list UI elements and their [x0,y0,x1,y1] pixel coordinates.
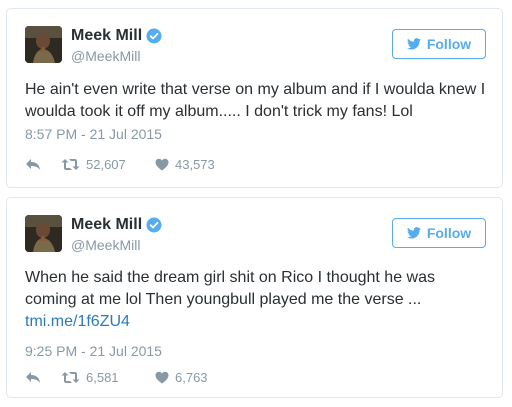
tweet-card: Meek Mill @MeekMill Follow When he said … [6,197,503,398]
author-name-text: Meek Mill [71,27,143,44]
author-name-text: Meek Mill [71,216,143,233]
avatar[interactable] [25,215,62,252]
heart-icon [155,158,169,171]
tweet-body: When he said the dream girl shit on Rico… [25,269,435,308]
twitter-bird-icon [406,227,421,239]
retweet-icon [61,159,80,170]
retweet-count: 52,607 [86,157,126,172]
author-handle[interactable]: @MeekMill [71,237,140,253]
author-handle[interactable]: @MeekMill [71,48,140,64]
verified-badge-icon [146,217,162,233]
avatar[interactable] [25,26,62,63]
follow-label: Follow [426,36,472,52]
reply-icon [26,159,40,170]
follow-button[interactable]: Follow [392,218,486,248]
author-name[interactable]: Meek Mill [71,27,162,45]
retweet-icon [61,372,80,383]
author-name[interactable]: Meek Mill [71,216,162,234]
reply-button[interactable] [25,158,61,171]
like-count: 6,763 [175,370,208,385]
tweet-timestamp[interactable]: 9:25 PM - 21 Jul 2015 [25,343,162,359]
retweet-count: 6,581 [86,370,119,385]
verified-badge-icon [146,28,162,44]
tweet-actions: 6,581 6,763 [25,370,208,385]
tweet-body: He ain't even write that verse on my alb… [25,81,486,120]
follow-label: Follow [426,225,472,241]
like-button[interactable]: 43,573 [155,157,215,172]
reply-button[interactable] [25,371,61,384]
retweet-button[interactable]: 6,581 [61,370,155,385]
follow-button[interactable]: Follow [392,29,486,59]
like-count: 43,573 [175,157,215,172]
like-button[interactable]: 6,763 [155,370,208,385]
tweet-link[interactable]: tmi.me/1f6ZU4 [25,311,486,333]
heart-icon [155,371,169,384]
tweet-actions: 52,607 43,573 [25,157,215,172]
twitter-bird-icon [406,38,421,50]
reply-icon [26,372,40,383]
tweet-card: Meek Mill @MeekMill Follow He ain't even… [6,8,503,188]
tweet-text: When he said the dream girl shit on Rico… [25,267,486,333]
tweet-text: He ain't even write that verse on my alb… [25,79,486,123]
retweet-button[interactable]: 52,607 [61,157,155,172]
tweet-timestamp[interactable]: 8:57 PM - 21 Jul 2015 [25,126,162,142]
